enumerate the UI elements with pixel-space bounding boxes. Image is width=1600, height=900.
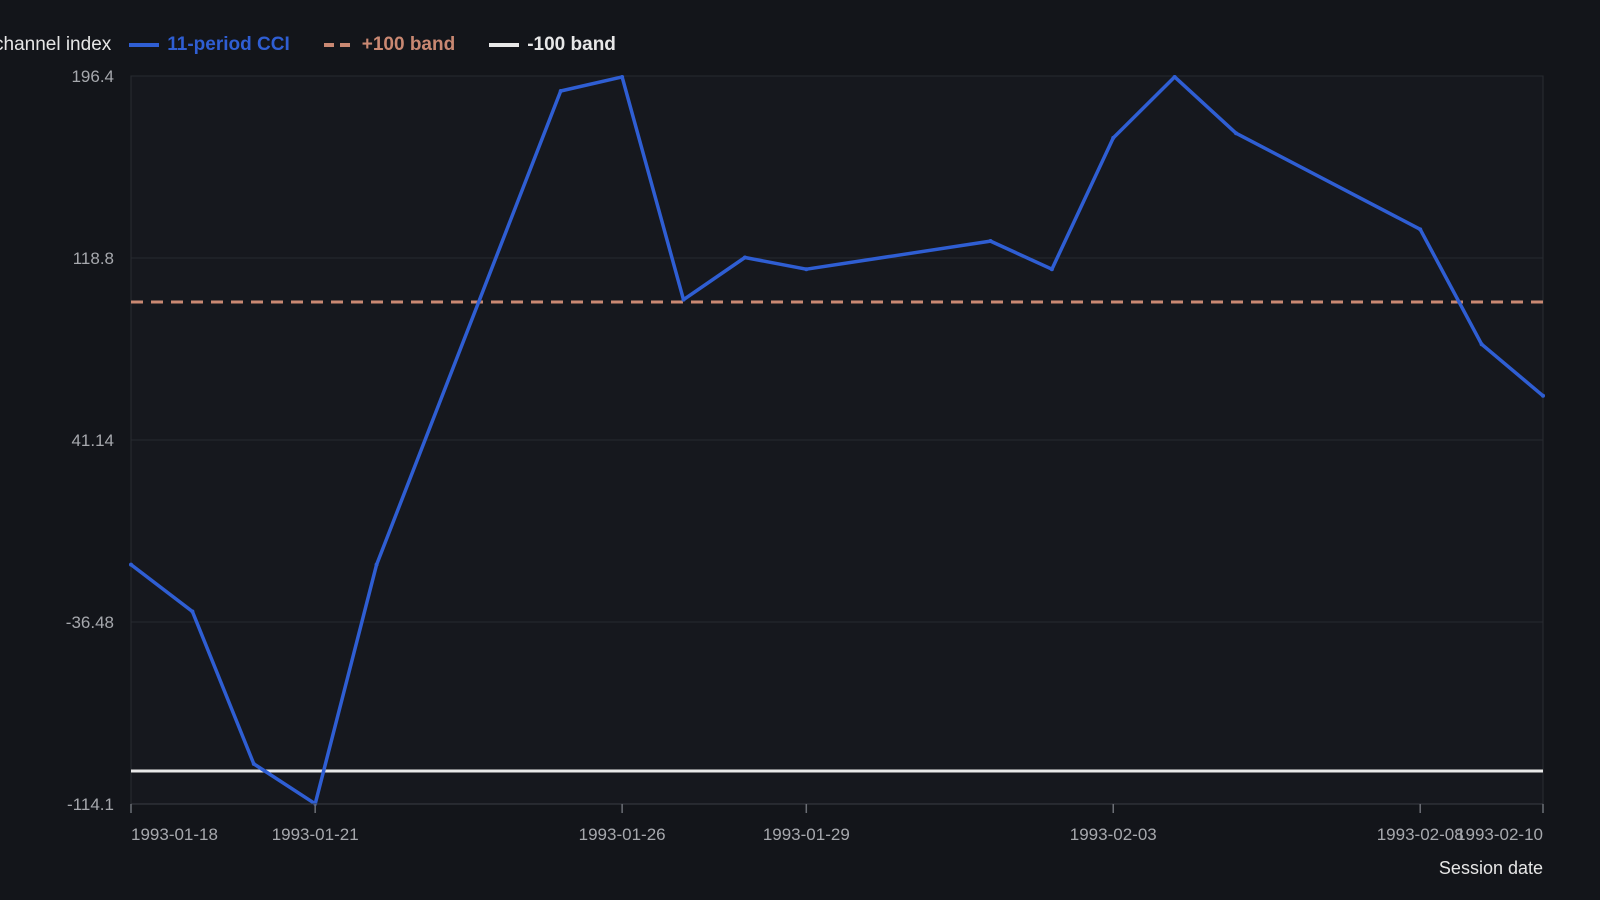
cci-data-point <box>129 562 133 567</box>
cci-data-point <box>1234 131 1239 136</box>
y-tick-label: -114.1 <box>67 795 114 814</box>
cci-data-point <box>988 239 993 244</box>
plot-area: 196.4 118.8 41.14 -36.48 -114.1 1993-01-18 199… <box>66 67 1545 878</box>
cci-data-point <box>1541 393 1545 398</box>
cci-data-point <box>804 267 809 272</box>
cci-data-point <box>742 255 747 260</box>
x-tick-label: 1993-02-08 <box>1377 825 1464 844</box>
cci-data-point <box>1111 135 1116 140</box>
x-tick-label: 1993-01-29 <box>763 825 850 844</box>
y-tick-label: 118.8 <box>73 249 114 268</box>
cci-data-point <box>1479 342 1484 347</box>
y-tick-label: 41.14 <box>71 431 114 450</box>
cci-data-point <box>1049 267 1054 272</box>
x-axis-title: Session date <box>1439 858 1543 878</box>
cci-data-point <box>681 297 686 302</box>
cci-data-point <box>1418 227 1423 232</box>
cci-data-point <box>1172 74 1177 79</box>
x-tick-label: 1993-02-10 <box>1456 825 1543 844</box>
cci-data-point <box>374 562 379 567</box>
x-tick-label: 1993-01-18 <box>131 825 218 844</box>
x-tick-label: 1993-02-03 <box>1070 825 1157 844</box>
chart: channel index 11-period CCI +100 band -1… <box>0 0 1600 900</box>
cci-data-point <box>620 74 625 79</box>
cci-data-point <box>251 761 256 766</box>
cci-data-point <box>558 89 563 94</box>
x-tick-label: 1993-01-21 <box>272 825 359 844</box>
y-tick-label: 196.4 <box>71 67 114 86</box>
y-tick-label: -36.48 <box>66 613 114 632</box>
cci-data-point <box>190 609 195 614</box>
x-tick-label: 1993-01-26 <box>579 825 666 844</box>
